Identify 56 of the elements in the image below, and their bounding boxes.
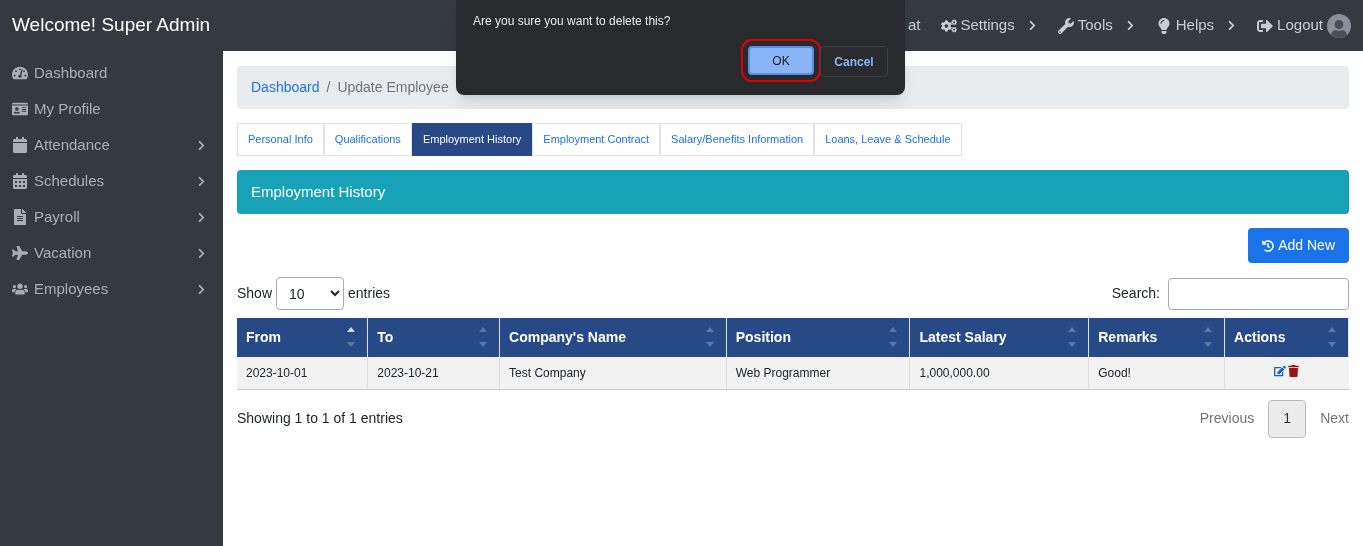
gears-icon bbox=[940, 17, 957, 34]
tab[interactable]: Employment Contract bbox=[532, 123, 661, 156]
breadcrumb-separator: / bbox=[326, 78, 331, 97]
gauge-icon bbox=[12, 65, 28, 81]
nav-link[interactable]: Helps bbox=[1155, 14, 1238, 37]
show-label: Show bbox=[237, 284, 273, 303]
table-cell: 1,000,000.00 bbox=[910, 357, 1089, 389]
tab[interactable]: Employment History bbox=[411, 123, 533, 156]
table-cell: 2023-10-01 bbox=[237, 357, 368, 389]
brand-title: Welcome! Super Admin bbox=[12, 13, 211, 38]
tab[interactable]: Loans, Leave & Schedule bbox=[814, 123, 962, 156]
file-icon bbox=[12, 209, 28, 225]
panel-title: Employment History bbox=[251, 181, 386, 202]
calendar-icon bbox=[12, 173, 28, 189]
breadcrumb-current: Update Employee bbox=[337, 78, 449, 97]
sidebar-item[interactable]: Employees bbox=[0, 271, 223, 307]
search-field[interactable] bbox=[1168, 277, 1349, 310]
nav-link[interactable]: Settings bbox=[940, 14, 1038, 37]
edit-icon[interactable] bbox=[1274, 364, 1287, 377]
table-cell: Web Programmer bbox=[726, 357, 910, 389]
tab[interactable]: Qualifications bbox=[323, 123, 412, 156]
avatar[interactable] bbox=[1327, 13, 1351, 38]
entries-select[interactable]: 10 bbox=[276, 277, 345, 310]
previous-link[interactable]: Previous bbox=[1185, 408, 1269, 429]
trash-icon[interactable] bbox=[1288, 364, 1300, 377]
breadcrumb-link[interactable]: Dashboard bbox=[251, 77, 320, 98]
table-info: Showing 1 to 1 of 1 entries bbox=[237, 409, 403, 428]
sidebar-item[interactable]: Attendance bbox=[0, 127, 223, 163]
next-link[interactable]: Next bbox=[1306, 408, 1349, 429]
table-cell: Test Company bbox=[499, 357, 727, 389]
page-link[interactable]: 1 bbox=[1268, 399, 1307, 438]
search-label: Search: bbox=[1111, 284, 1160, 303]
tab[interactable]: Salary/Benefits Information bbox=[660, 123, 815, 156]
cancel-button[interactable]: Cancel bbox=[820, 46, 888, 77]
nav-link[interactable]: Tools bbox=[1057, 14, 1136, 37]
plane-icon bbox=[12, 245, 28, 261]
sidebar-item[interactable]: Dashboard bbox=[0, 55, 223, 91]
dialog-message: Are you sure you want to delete this? bbox=[473, 13, 672, 30]
tab[interactable]: Personal Info bbox=[237, 123, 324, 156]
logout-icon bbox=[1257, 17, 1274, 34]
add-new-button[interactable]: Add New bbox=[1248, 228, 1349, 263]
sidebar-item[interactable]: Schedules bbox=[0, 163, 223, 199]
calendar-icon bbox=[12, 137, 28, 153]
wrench-icon bbox=[1057, 17, 1074, 34]
sidebar-item[interactable]: Payroll bbox=[0, 199, 223, 235]
lightbulb-icon bbox=[1155, 17, 1172, 34]
table-cell: Good! bbox=[1088, 357, 1225, 389]
sidebar-item[interactable]: Vacation bbox=[0, 235, 223, 271]
id-card-icon bbox=[12, 101, 28, 117]
nav-link[interactable]: at bbox=[908, 14, 921, 37]
users-icon bbox=[12, 281, 28, 297]
sidebar-item[interactable]: My Profile bbox=[0, 91, 223, 127]
history-icon bbox=[1262, 239, 1275, 252]
nav-link[interactable]: Logout bbox=[1257, 14, 1323, 37]
table-cell: 2023-10-21 bbox=[367, 357, 500, 389]
entries-label: entries bbox=[348, 284, 391, 303]
